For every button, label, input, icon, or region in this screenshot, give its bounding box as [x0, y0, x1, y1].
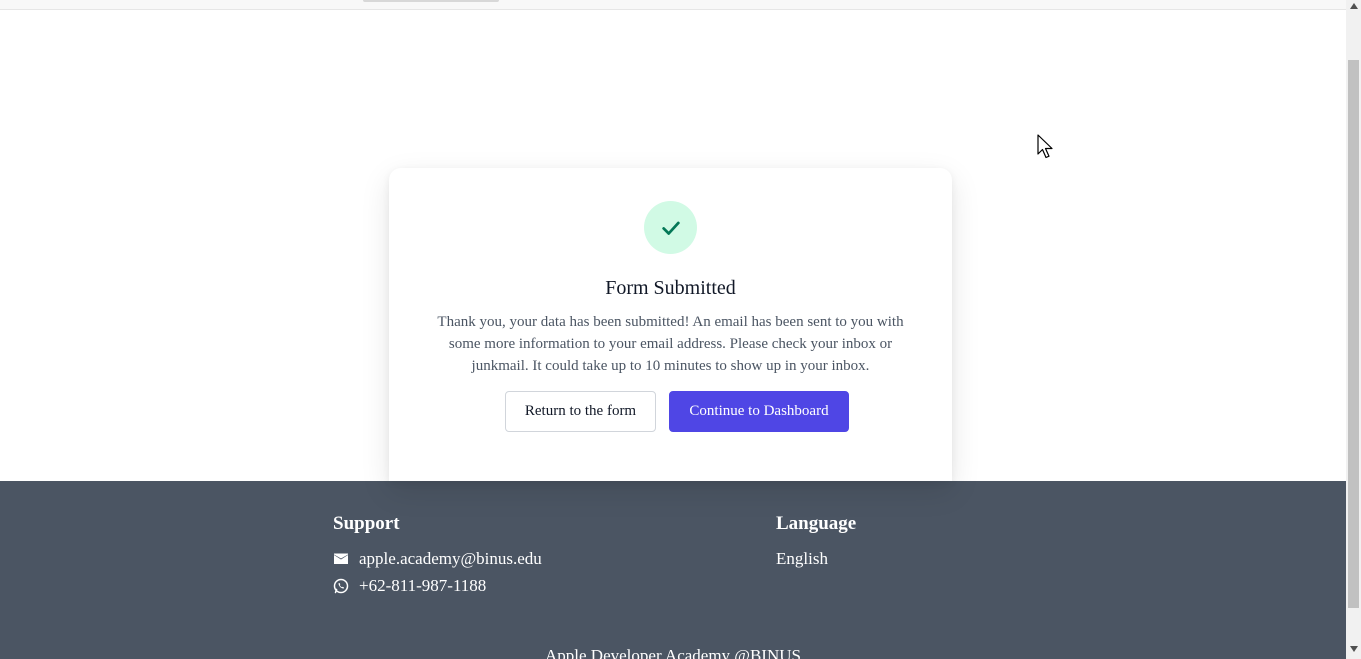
vertical-scrollbar[interactable] — [1346, 0, 1361, 659]
support-email[interactable]: apple.academy@binus.edu — [359, 549, 542, 569]
check-icon — [661, 221, 680, 235]
card-message: Thank you, your data has been submitted!… — [437, 314, 904, 374]
footer-bottom-text: Apple Developer Academy @BINUS — [545, 646, 801, 659]
mouse-pointer-icon — [1037, 134, 1053, 159]
mail-icon — [333, 551, 349, 567]
language-value[interactable]: English — [776, 549, 828, 569]
language-heading: Language — [776, 513, 857, 534]
success-badge — [644, 201, 697, 254]
continue-to-dashboard-button[interactable]: Continue to Dashboard — [669, 391, 849, 432]
support-phone-row[interactable]: +62-811-987-1188 — [333, 576, 486, 596]
support-heading: Support — [333, 513, 400, 534]
support-phone[interactable]: +62-811-987-1188 — [359, 576, 486, 596]
scrollbar-thumb[interactable] — [1348, 60, 1359, 608]
card-title: Form Submitted — [605, 277, 736, 299]
whatsapp-icon — [333, 578, 349, 594]
footer: Support apple.academy@binus.edu +62-811-… — [0, 481, 1346, 659]
scroll-up-arrow-icon[interactable] — [1350, 3, 1358, 9]
top-bar — [0, 0, 1346, 10]
top-tab-indicator — [363, 0, 499, 2]
support-email-row[interactable]: apple.academy@binus.edu — [333, 549, 542, 569]
confirmation-card: Form Submitted Thank you, your data has … — [389, 168, 952, 481]
return-to-form-button[interactable]: Return to the form — [505, 391, 656, 432]
scroll-down-arrow-icon[interactable] — [1350, 646, 1358, 652]
